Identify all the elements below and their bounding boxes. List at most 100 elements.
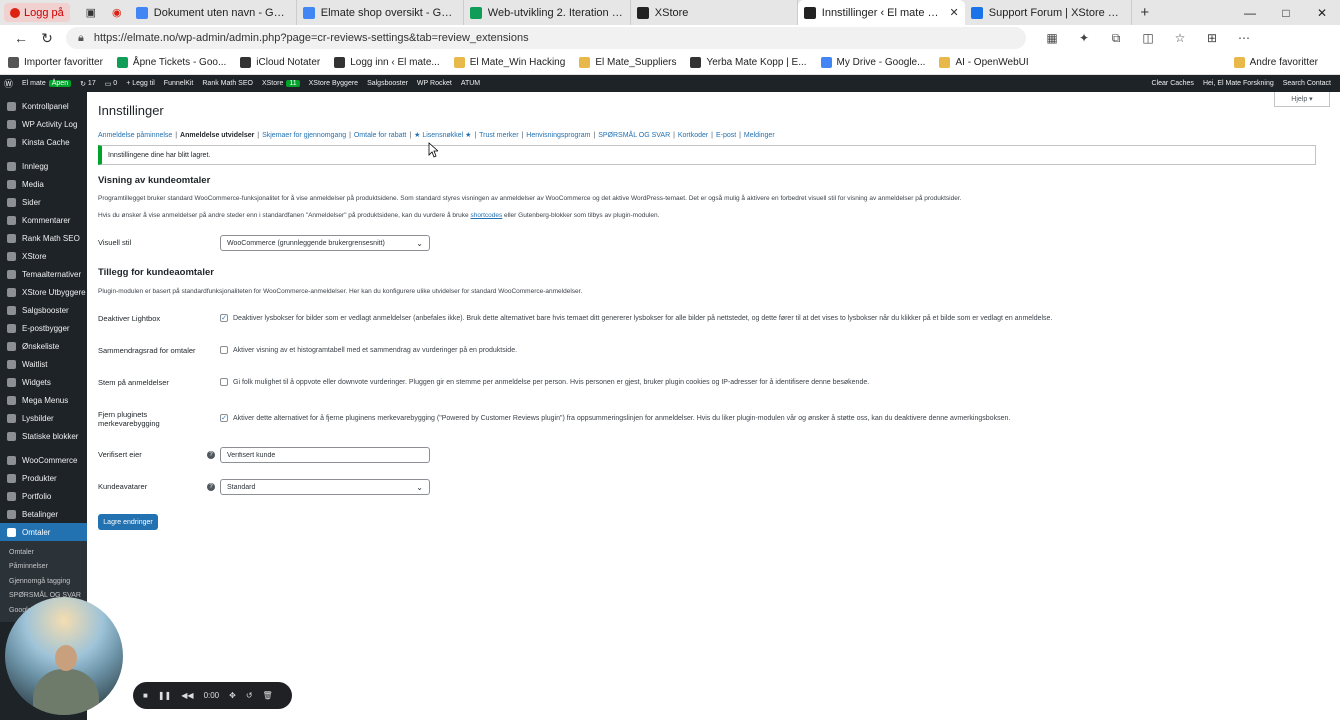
move-icon[interactable]: ✥ xyxy=(229,691,236,700)
split-screen-icon[interactable]: ◫ xyxy=(1132,31,1164,46)
sidebar-item-woocommerce[interactable]: WooCommerce xyxy=(0,451,87,469)
sidebar-item-media[interactable]: Media xyxy=(0,175,87,193)
restart-icon[interactable]: ↺ xyxy=(246,691,253,700)
submenu-item[interactable]: Gjennomgå tagging xyxy=(0,574,87,589)
submenu-item[interactable]: Påminnelser xyxy=(0,560,87,575)
sidebar-item-kontrollpanel[interactable]: Kontrollpanel xyxy=(0,97,87,115)
extension-icon[interactable]: ▦ xyxy=(1036,31,1068,46)
back-icon[interactable]: ← xyxy=(8,30,34,46)
sidebar-item-salgsbooster[interactable]: Salgsbooster xyxy=(0,301,87,319)
browser-tab[interactable]: XStore xyxy=(631,0,798,25)
close-window-icon[interactable]: ✕ xyxy=(1304,6,1340,20)
puzzle-icon[interactable]: ⧉ xyxy=(1100,31,1132,46)
sidebar-item-rank-math-seo[interactable]: Rank Math SEO xyxy=(0,229,87,247)
adminbar-salesbooster[interactable]: Salgsbooster xyxy=(367,80,408,87)
subnav-link[interactable]: Anmeldelse utvidelser xyxy=(180,132,254,139)
reload-icon[interactable]: ↻ xyxy=(34,30,60,47)
adminbar-xstore-builders[interactable]: XStore Byggere xyxy=(309,80,358,87)
subnav-link[interactable]: Skjemaer for gjennomgang xyxy=(262,132,346,139)
sidebar-item-produkter[interactable]: Produkter xyxy=(0,469,87,487)
sidebar-item-wp-activity-log[interactable]: WP Activity Log xyxy=(0,115,87,133)
verified-owner-input[interactable] xyxy=(220,447,430,463)
browser-tab[interactable]: Dokument uten navn - Google Dokumenter xyxy=(130,0,297,25)
sidebar-item-innlegg[interactable]: Innlegg xyxy=(0,157,87,175)
subnav-link[interactable]: Omtale for rabatt xyxy=(354,132,407,139)
sidebar-item-widgets[interactable]: Widgets xyxy=(0,373,87,391)
other-favorites[interactable]: Andre favoritter xyxy=(1233,57,1318,68)
collections-icon[interactable]: ⊞ xyxy=(1196,31,1228,46)
subnav-link[interactable]: Kortkoder xyxy=(678,132,708,139)
branding-checkbox[interactable]: ✓ xyxy=(220,414,228,422)
help-tooltip-icon[interactable]: ? xyxy=(207,451,215,459)
record-icon[interactable]: ◉ xyxy=(110,6,124,20)
sidebar-item-omtaler[interactable]: Omtaler xyxy=(0,523,87,541)
user-greeting[interactable]: Hei, El Mate Forskning xyxy=(1203,80,1274,87)
workspaces-icon[interactable]: ▣ xyxy=(84,6,98,20)
close-tab-icon[interactable]: ✕ xyxy=(950,6,959,19)
voting-checkbox[interactable] xyxy=(220,378,228,386)
profile-button[interactable]: Logg på xyxy=(4,3,70,22)
adminbar-site[interactable]: El mate Åpen xyxy=(22,80,72,87)
bookmark-item[interactable]: AI - OpenWebUI xyxy=(939,57,1029,68)
bookmark-item[interactable]: El Mate_Win Hacking xyxy=(453,57,565,68)
adminbar-updates[interactable]: ↻ 17 xyxy=(80,80,96,88)
sidebar-item-waitlist[interactable]: Waitlist xyxy=(0,355,87,373)
bookmark-item[interactable]: El Mate_Suppliers xyxy=(579,57,676,68)
bookmark-item[interactable]: Yerba Mate Kopp | E... xyxy=(690,57,807,68)
sidebar-item-portfolio[interactable]: Portfolio xyxy=(0,487,87,505)
sidebar-item-xstore-utbyggere[interactable]: XStore Utbyggere xyxy=(0,283,87,301)
adminbar-xstore[interactable]: XStore 11 xyxy=(262,80,300,87)
avatars-select[interactable]: Standard ⌄ xyxy=(220,479,430,495)
sidebar-item-sider[interactable]: Sider xyxy=(0,193,87,211)
sidebar-item-kommentarer[interactable]: Kommentarer xyxy=(0,211,87,229)
clear-caches-link[interactable]: Clear Caches xyxy=(1152,80,1194,87)
settings-more-icon[interactable]: ⋯ xyxy=(1228,31,1260,46)
sidebar-item-statiske-blokker[interactable]: Statiske blokker xyxy=(0,427,87,445)
new-tab-icon[interactable]: + xyxy=(1138,4,1152,21)
browser-tab[interactable]: Web-utvikling 2. Iteration - Google xyxy=(464,0,631,25)
adminbar-rankmath[interactable]: Rank Math SEO xyxy=(202,80,253,87)
adminbar-wprocket[interactable]: WP Rocket xyxy=(417,80,452,87)
search-contact-link[interactable]: Search Contact xyxy=(1283,80,1331,87)
bookmark-item[interactable]: My Drive - Google... xyxy=(820,57,925,68)
subnav-link[interactable]: Anmeldelse påminnelse xyxy=(98,132,172,139)
help-tooltip-icon[interactable]: ? xyxy=(207,483,215,491)
visual-style-select[interactable]: WooCommerce (grunnleggende brukergrenses… xyxy=(220,235,430,251)
rewind-icon[interactable]: ◀◀ xyxy=(181,691,193,700)
help-button[interactable]: Hjelp ▾ xyxy=(1274,92,1330,107)
delete-icon[interactable]: 🗑︎ xyxy=(263,691,273,700)
adminbar-new[interactable]: + Legg til xyxy=(126,80,155,87)
subnav-link[interactable]: Meldinger xyxy=(744,132,775,139)
summary-checkbox[interactable] xyxy=(220,346,228,354)
sidebar-item-temaalternativer[interactable]: Temaalternativer xyxy=(0,265,87,283)
sidebar-item-lysbilder[interactable]: Lysbilder xyxy=(0,409,87,427)
minimize-icon[interactable]: — xyxy=(1232,6,1268,20)
subnav-link[interactable]: ★ Lisensnøkkel ★ xyxy=(414,132,471,139)
subnav-link[interactable]: Henvisningsprogram xyxy=(526,132,590,139)
browser-tab[interactable]: Innstillinger ‹ El mate — WordPress ✕ xyxy=(797,0,965,25)
wp-logo-icon[interactable]: Ⓦ xyxy=(4,77,13,90)
adminbar-comments[interactable]: ▭ 0 xyxy=(105,80,117,88)
pause-icon[interactable]: ❚❚ xyxy=(158,691,171,700)
bookmark-item[interactable]: Åpne Tickets - Goo... xyxy=(116,57,226,68)
stop-icon[interactable]: ■ xyxy=(143,691,148,700)
submenu-item[interactable]: Omtaler xyxy=(0,545,87,560)
shortcodes-link[interactable]: shortcodes xyxy=(470,212,502,219)
adminbar-atum[interactable]: ATUM xyxy=(461,80,480,87)
sidebar-item-e-postbygger[interactable]: E-postbygger xyxy=(0,319,87,337)
url-field[interactable]: 🔒︎ https://elmate.no/wp-admin/admin.php?… xyxy=(66,27,1026,49)
maximize-icon[interactable]: □ xyxy=(1268,6,1304,20)
browser-tab[interactable]: Elmate shop oversikt - Google Dokumenter xyxy=(297,0,464,25)
browser-tab[interactable]: Support Forum | XStore WordPress xyxy=(965,0,1132,25)
subnav-link[interactable]: SPØRSMÅL OG SVAR xyxy=(598,132,670,139)
sidebar-item-xstore[interactable]: XStore xyxy=(0,247,87,265)
subnav-link[interactable]: Trust merker xyxy=(479,132,518,139)
sidebar-item-kinsta-cache[interactable]: Kinsta Cache xyxy=(0,133,87,151)
sidebar-item-mega-menus[interactable]: Mega Menus xyxy=(0,391,87,409)
bookmark-item[interactable]: Importer favoritter xyxy=(8,57,103,68)
bookmark-item[interactable]: iCloud Notater xyxy=(240,57,320,68)
bookmark-item[interactable]: Logg inn ‹ El mate... xyxy=(334,57,440,68)
copilot-icon[interactable]: ✦ xyxy=(1068,31,1100,46)
sidebar-item-ønskeliste[interactable]: Ønskeliste xyxy=(0,337,87,355)
sidebar-item-betalinger[interactable]: Betalinger xyxy=(0,505,87,523)
